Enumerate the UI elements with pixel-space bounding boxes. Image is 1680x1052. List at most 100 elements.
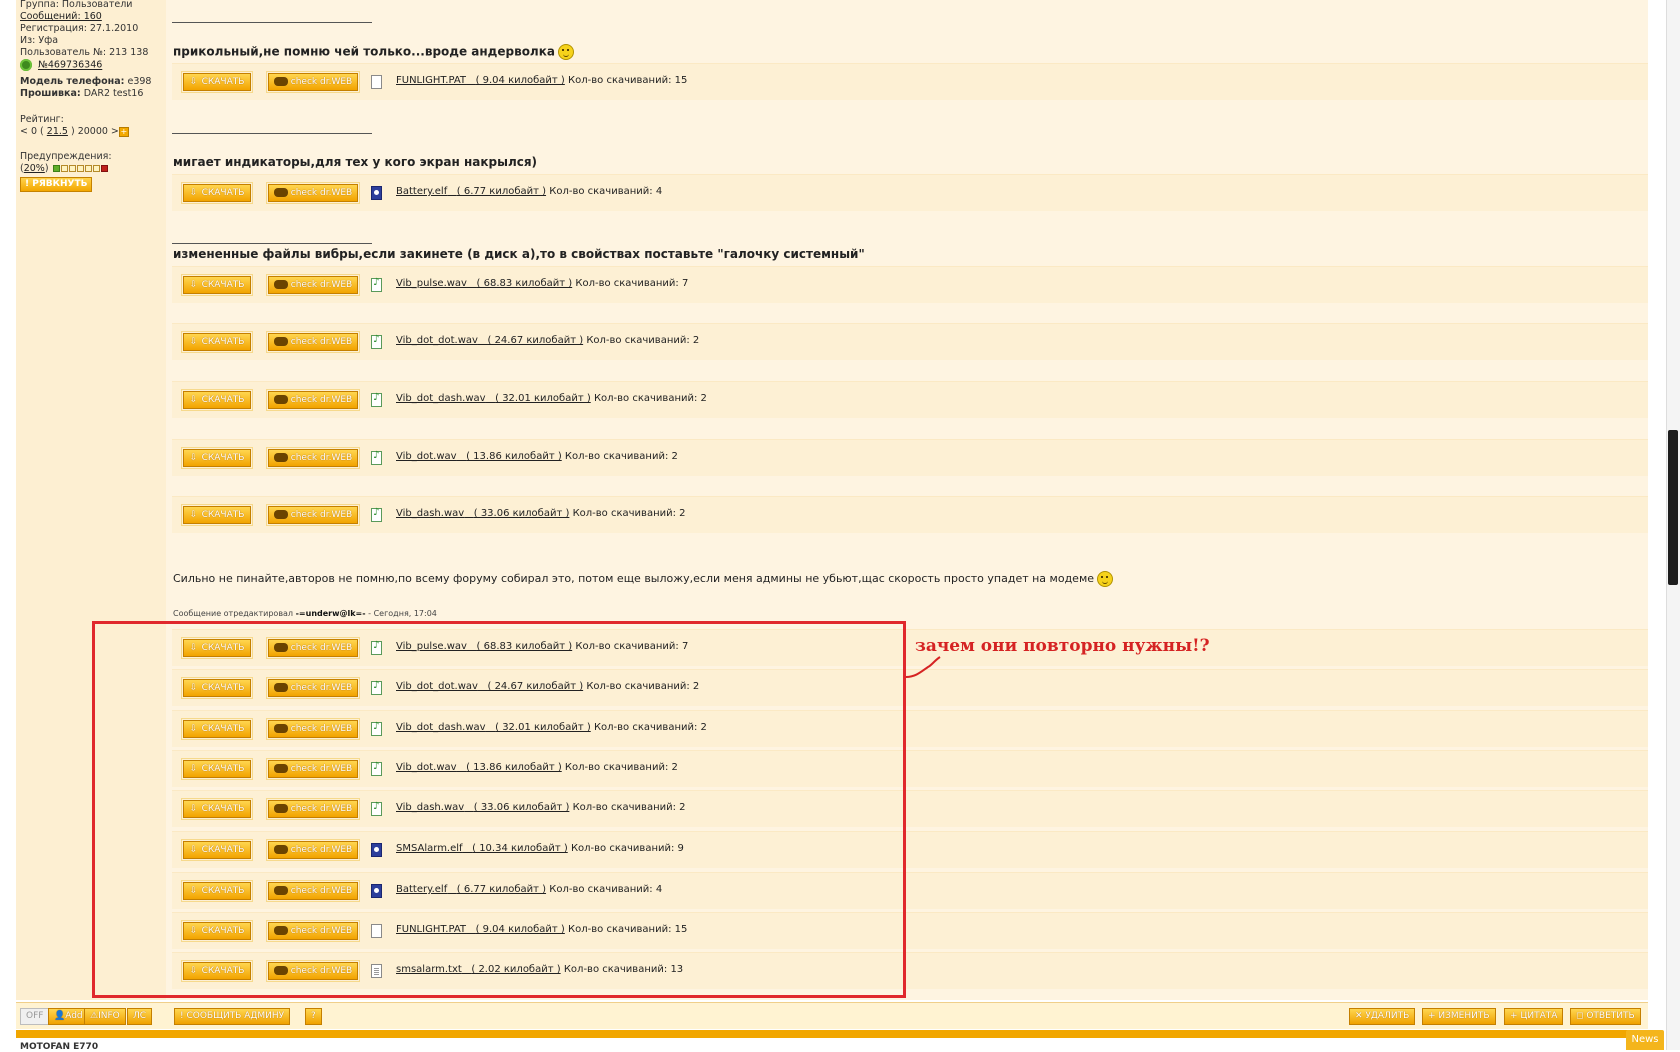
file-size: ( 33.06 килобайт ) — [473, 508, 570, 519]
firmware-value: DAR2 test16 — [83, 88, 144, 99]
warnings-label: Предупреждения: — [20, 151, 112, 162]
drweb-label: check dr.WEB — [290, 453, 353, 463]
news-tab[interactable]: News — [1626, 1030, 1664, 1050]
rating-value-link[interactable]: 21.5 — [47, 126, 68, 137]
file-row: ⇩СКАЧАТЬ check dr.WEB Vib_dot_dot.wav ( 24… — [172, 323, 1648, 360]
divider — [172, 133, 372, 134]
drweb-check-button[interactable]: check dr.WEB — [266, 331, 360, 353]
warning-level-icon — [92, 165, 100, 172]
icq-number-link[interactable]: №469736346 — [38, 60, 102, 71]
file-name: Vib_dot_dot.wav — [396, 335, 478, 346]
download-label: СКАЧАТЬ — [201, 188, 245, 198]
divider — [172, 22, 372, 23]
drweb-spider-icon — [273, 280, 288, 289]
user-phone: Модель телефона: e398 — [20, 76, 151, 87]
rating-suffix: ) 20000 > — [70, 126, 119, 137]
file-row: ⇩СКАЧАТЬ check dr.WEB Vib_dot_dash.wav ( 3… — [172, 381, 1648, 418]
file-elf-icon — [371, 186, 382, 200]
info-button[interactable]: ⚠INFO — [84, 1008, 126, 1025]
drweb-check-button[interactable]: check dr.WEB — [266, 447, 360, 469]
download-count-label: Кол-во скачиваний: — [575, 278, 679, 289]
ryavknut-button[interactable]: ! РЯВКНУТЬ — [20, 177, 93, 192]
drweb-check-button[interactable]: check dr.WEB — [266, 182, 360, 204]
reply-button[interactable]: ◻ ОТВЕТИТЬ — [1570, 1008, 1641, 1025]
file-size: ( 32.01 килобайт ) — [495, 393, 591, 404]
file-row: ⇩СКАЧАТЬ check dr.WEB Vib_dash.wav ( 33.06… — [172, 496, 1648, 533]
quote-label: ЦИТАТА — [1520, 1011, 1558, 1021]
file-name: Battery.elf — [396, 186, 448, 197]
user-registration: Регистрация: 27.1.2010 — [20, 23, 139, 34]
report-admin-button[interactable]: ! СООБЩИТЬ АДМИНУ — [174, 1008, 291, 1025]
download-label: СКАЧАТЬ — [201, 280, 245, 290]
download-button[interactable]: ⇩ СКАЧАТЬ — [181, 71, 253, 93]
drweb-label: check dr.WEB — [290, 337, 353, 347]
file-link[interactable]: FUNLIGHT.PAT ( 9.04 килобайт ) — [396, 75, 565, 86]
delete-button[interactable]: ✕ УДАЛИТЬ — [1349, 1008, 1416, 1025]
file-name: Vib_pulse.wav — [396, 278, 467, 289]
drweb-check-button[interactable]: check dr.WEB — [266, 389, 360, 411]
download-count-label: Кол-во скачиваний: — [586, 335, 690, 346]
file-size: ( 9.04 килобайт ) — [475, 75, 565, 86]
firmware-label: Прошивка: — [20, 88, 81, 99]
closing-text: Сильно не пинайте,авторов не помню,по вс… — [173, 571, 1114, 587]
download-button[interactable]: ⇩ СКАЧАТЬ — [181, 274, 253, 296]
warnings-value-link[interactable]: 20% — [24, 163, 45, 174]
user-messages-link[interactable]: Сообщений: 160 — [20, 11, 102, 22]
drweb-spider-icon — [273, 337, 288, 346]
download-count: 15 — [674, 75, 688, 86]
user-icq: №469736346 — [20, 59, 102, 71]
warning-level-icon — [100, 165, 108, 172]
download-button[interactable]: ⇩ СКАЧАТЬ — [181, 389, 253, 411]
file-link[interactable]: Vib_dot_dash.wav ( 32.01 килобайт ) — [396, 393, 591, 404]
section-title: прикольный,не помню чей только...вроде а… — [173, 44, 574, 60]
file-link[interactable]: Vib_dash.wav ( 33.06 килобайт ) — [396, 508, 569, 519]
drweb-check-button[interactable]: check dr.WEB — [266, 71, 360, 93]
file-info: Vib_dot.wav ( 13.86 килобайт ) Кол-во ск… — [396, 451, 678, 462]
phone-value: e398 — [127, 76, 152, 87]
rating-plus-icon[interactable]: + — [118, 126, 129, 137]
drweb-label: check dr.WEB — [290, 510, 353, 520]
rating-prefix: < 0 ( — [20, 126, 44, 137]
edit-label: ИЗМЕНИТЬ — [1438, 1011, 1490, 1021]
download-count: 2 — [700, 393, 707, 404]
report-help-button[interactable]: ? — [305, 1008, 322, 1025]
warning-level-icon — [76, 165, 84, 172]
file-link[interactable]: Battery.elf ( 6.77 килобайт ) — [396, 186, 546, 197]
annotation-arrow — [905, 656, 941, 678]
edit-button[interactable]: + ИЗМЕНИТЬ — [1422, 1008, 1496, 1025]
scrollbar-thumb[interactable] — [1668, 430, 1678, 585]
download-count: 4 — [655, 186, 663, 197]
drweb-spider-icon — [273, 395, 288, 404]
file-row: ⇩СКАЧАТЬ check dr.WEB Vib_dot.wav ( 13.86 … — [172, 439, 1648, 476]
drweb-label: check dr.WEB — [290, 188, 353, 198]
add-friend-button[interactable]: 👤Add — [48, 1008, 89, 1025]
section-title: мигает индикаторы,для тех у кого экран н… — [173, 155, 538, 169]
user-location: Из: Уфа — [20, 35, 59, 46]
post-action-bar: OFF 👤Add ⚠INFO ЛС ! СООБЩИТЬ АДМИНУ ? ✕ … — [16, 1002, 1648, 1029]
warning-level-icon — [68, 165, 76, 172]
file-wav-icon — [371, 334, 382, 349]
file-info: Vib_dot_dash.wav ( 32.01 килобайт ) Кол-… — [396, 393, 707, 404]
file-link[interactable]: Vib_dot_dot.wav ( 24.67 килобайт ) — [396, 335, 583, 346]
download-button[interactable]: ⇩ СКАЧАТЬ — [181, 447, 253, 469]
file-link[interactable]: Vib_dot.wav ( 13.86 килобайт ) — [396, 451, 562, 462]
drweb-check-button[interactable]: check dr.WEB — [266, 504, 360, 526]
file-row: ⇩СКАЧАТЬ check dr.WEB Vib_pulse.wav ( 68.8… — [172, 266, 1648, 303]
download-arrow-icon: ⇩ — [189, 188, 198, 198]
report-label: СООБЩИТЬ АДМИНУ — [186, 1011, 285, 1021]
download-button[interactable]: ⇩ СКАЧАТЬ — [181, 504, 253, 526]
left-frame — [0, 0, 16, 1050]
quote-button[interactable]: + ЦИТАТА — [1504, 1008, 1564, 1025]
file-row: ⇩ СКАЧАТЬ check dr.WEB Battery.elf ( 6.77 к… — [172, 174, 1648, 211]
download-button[interactable]: ⇩ СКАЧАТЬ — [181, 182, 253, 204]
warning-level-icon — [84, 165, 92, 172]
next-post-author[interactable]: MOTOFAN E770 — [20, 1042, 98, 1052]
pm-button[interactable]: ЛС — [127, 1008, 153, 1025]
phone-label: Модель телефона: — [20, 76, 125, 87]
download-button[interactable]: ⇩ СКАЧАТЬ — [181, 331, 253, 353]
edited-prefix: Сообщение отредактировал — [173, 609, 294, 618]
edited-user: -=underw@lk=- — [295, 609, 366, 618]
file-link[interactable]: Vib_pulse.wav ( 68.83 килобайт ) — [396, 278, 572, 289]
download-label: СКАЧАТЬ — [201, 453, 245, 463]
drweb-check-button[interactable]: check dr.WEB — [266, 274, 360, 296]
